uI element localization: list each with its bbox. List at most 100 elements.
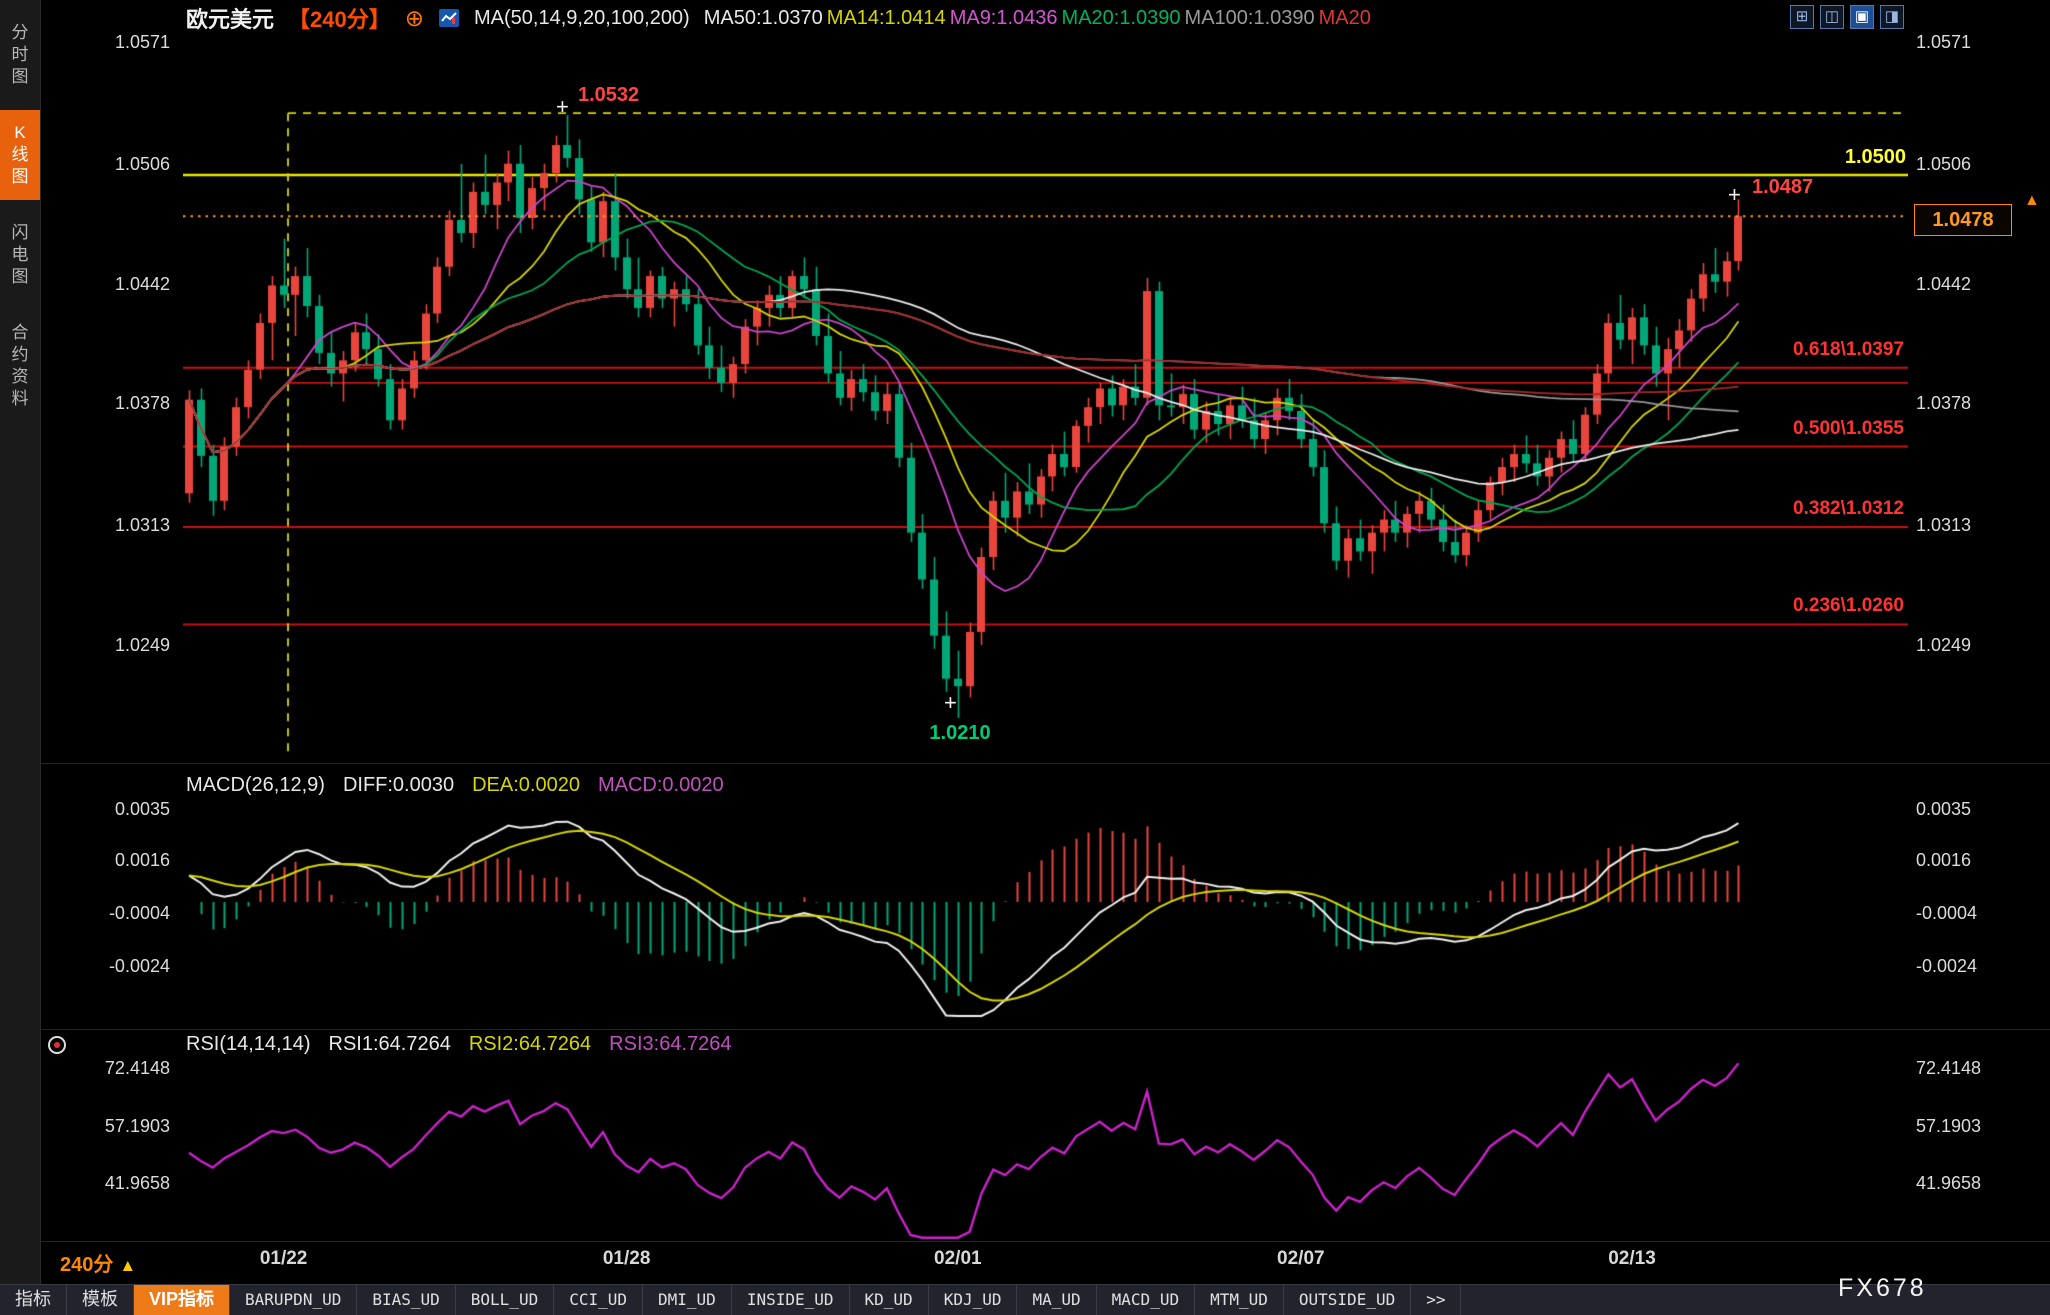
recent-high-price-label: 1.0487 — [1752, 176, 1813, 199]
recent-high-marker-cross: + — [1728, 184, 1741, 206]
ma-value-label: MA14:1.0414 — [827, 7, 946, 29]
macd-header-value: DIFF:0.0030 — [343, 774, 454, 797]
axis-tick-label: 1.0378 — [1916, 391, 2036, 415]
active-chart-icon[interactable]: ▣ — [1850, 5, 1874, 29]
macd-header-value: MACD(26,12,9) — [186, 774, 325, 797]
toolbar-tab-kdj-ud[interactable]: KDJ_UD — [929, 1285, 1018, 1315]
toolbar-tab-dmi-ud[interactable]: DMI_UD — [643, 1285, 732, 1315]
macd-header: MACD(26,12,9) DIFF:0.0030 DEA:0.0020 MACD:0… — [186, 774, 724, 797]
axis-tick-label: 1.0571 — [36, 30, 170, 54]
axis-tick-label: 1.0249 — [36, 633, 170, 657]
rsi-header-value: RSI3:64.7264 — [609, 1033, 731, 1056]
toolbar-tab-vip-indicators[interactable]: VIP指标 — [134, 1285, 230, 1315]
ma-value-label: MA20 — [1319, 7, 1371, 29]
panel-separator — [40, 1241, 2050, 1242]
high-marker-cross: + — [556, 96, 569, 118]
axis-tick-label: 41.9658 — [36, 1171, 170, 1195]
sidebar-item-lightning-chart[interactable]: 闪 电 图 — [0, 210, 40, 300]
axis-tick-label: 1.0313 — [36, 513, 170, 537]
timeframe-label[interactable]: 240分▲ — [60, 1248, 136, 1277]
macd-header-value: MACD:0.0020 — [598, 774, 724, 797]
brand-watermark: FX678 — [1838, 1274, 1927, 1303]
macd-indicator-chart[interactable] — [183, 800, 1908, 1020]
timeframe-arrow-icon: ▲ — [119, 1256, 136, 1275]
axis-tick-label: 0.0016 — [1916, 848, 2036, 872]
resistance-price-label: 1.0500 — [1826, 146, 1906, 169]
ma-value-label: MA20:1.0390 — [1062, 7, 1181, 29]
date-tick-label: 02/07 — [1256, 1248, 1346, 1270]
toolbar-tab-boll-ud[interactable]: BOLL_UD — [456, 1285, 554, 1315]
toolbar-tab-more[interactable]: >> — [1411, 1285, 1461, 1315]
axis-tick-label: 41.9658 — [1916, 1171, 2036, 1195]
date-tick-label: 01/22 — [239, 1248, 329, 1270]
axis-tick-label: 1.0378 — [36, 391, 170, 415]
sidebar-item-kline-chart[interactable]: K 线 图 — [0, 110, 40, 200]
toolbar-tab-outside-ud[interactable]: OUTSIDE_UD — [1284, 1285, 1411, 1315]
macd-header-value: DEA:0.0020 — [472, 774, 580, 797]
price-alert-arrow-icon: ▲ — [2024, 192, 2040, 210]
axis-tick-label: 1.0442 — [1916, 272, 2036, 296]
indicator-toolbar: 指标模板VIP指标BARUPDN_UDBIAS_UDBOLL_UDCCI_UDD… — [0, 1284, 2050, 1315]
layout-grid-icon[interactable]: ⊞ — [1790, 5, 1814, 29]
date-tick-label: 02/13 — [1587, 1248, 1677, 1270]
axis-tick-label: 1.0249 — [1916, 633, 2036, 657]
panel-separator — [40, 763, 2050, 764]
sidebar-item-contract-info[interactable]: 合 约 资 料 — [0, 310, 40, 422]
add-indicator-icon[interactable]: ⊕ — [405, 5, 424, 32]
layout-icons: ⊞◫▣◨ — [1790, 5, 1904, 29]
axis-tick-label: 72.4148 — [36, 1056, 170, 1080]
sidebar: 分 时 图 K 线 图闪 电 图合 约 资 料 — [0, 0, 41, 1314]
toolbar-tab-indicators[interactable]: 指标 — [0, 1285, 67, 1315]
rsi-header-value: RSI1:64.7264 — [329, 1033, 451, 1056]
axis-tick-label: 57.1903 — [1916, 1114, 2036, 1138]
axis-tick-label: 1.0442 — [36, 272, 170, 296]
toolbar-tab-mtm-ud[interactable]: MTM_UD — [1195, 1285, 1284, 1315]
ma-values: MA50:1.0370MA14:1.0414MA9:1.0436MA20:1.0… — [704, 6, 1375, 30]
multi-window-icon[interactable]: ◫ — [1820, 5, 1844, 29]
axis-tick-label: -0.0024 — [1916, 954, 2036, 978]
toolbar-tab-kd-ud[interactable]: KD_UD — [850, 1285, 929, 1315]
axis-tick-label: 0.0016 — [36, 848, 170, 872]
toolbar-tab-bias-ud[interactable]: BIAS_UD — [357, 1285, 455, 1315]
chart-header: 欧元美元 【240分】 ⊕ MA(50,14,9,20,100,200) MA5… — [186, 3, 1375, 33]
high-price-label: 1.0532 — [578, 84, 639, 107]
ma-value-label: MA50:1.0370 — [704, 7, 823, 29]
rsi-header-value: RSI(14,14,14) — [186, 1033, 311, 1056]
low-price-label: 1.0210 — [918, 722, 1002, 745]
expand-panel-icon[interactable]: ◨ — [1880, 5, 1904, 29]
toolbar-tab-ma-ud[interactable]: MA_UD — [1017, 1285, 1096, 1315]
toolbar-tab-templates[interactable]: 模板 — [67, 1285, 134, 1315]
chart-type-icon[interactable] — [438, 7, 460, 29]
toolbar-tab-macd-ud[interactable]: MACD_UD — [1097, 1285, 1195, 1315]
target-marker-icon[interactable] — [48, 1036, 66, 1054]
axis-tick-label: 72.4148 — [1916, 1056, 2036, 1080]
toolbar-tab-inside-ud[interactable]: INSIDE_UD — [732, 1285, 850, 1315]
date-tick-label: 02/01 — [913, 1248, 1003, 1270]
current-price-box: 1.0478 — [1914, 204, 2012, 236]
axis-tick-label: 1.0506 — [1916, 152, 2036, 176]
trading-terminal: 分 时 图 K 线 图闪 电 图合 约 资 料 欧元美元 【240分】 ⊕ MA(… — [0, 0, 2050, 1314]
rsi-indicator-chart[interactable] — [183, 1059, 1908, 1240]
rsi-header: RSI(14,14,14) RSI1:64.7264 RSI2:64.7264 RSI… — [186, 1033, 732, 1056]
date-tick-label: 01/28 — [582, 1248, 672, 1270]
axis-tick-label: 0.0035 — [1916, 797, 2036, 821]
toolbar-tab-barupdn-ud[interactable]: BARUPDN_UD — [230, 1285, 357, 1315]
axis-tick-label: 0.0035 — [36, 797, 170, 821]
low-marker-cross: + — [944, 692, 957, 714]
fib-level-label: 0.236\1.0260 — [1793, 595, 1904, 617]
fib-level-label: 0.500\1.0355 — [1793, 418, 1904, 440]
axis-tick-label: 57.1903 — [36, 1114, 170, 1138]
main-price-chart[interactable] — [183, 34, 1908, 758]
instrument-title: 欧元美元 — [186, 2, 274, 34]
axis-tick-label: -0.0024 — [36, 954, 170, 978]
period-badge[interactable]: 【240分】 — [288, 2, 391, 34]
axis-tick-label: 1.0506 — [36, 152, 170, 176]
ma-value-label: MA100:1.0390 — [1185, 7, 1315, 29]
rsi-header-value: RSI2:64.7264 — [469, 1033, 591, 1056]
fib-level-label: 0.618\1.0397 — [1793, 339, 1904, 361]
toolbar-tab-cci-ud[interactable]: CCI_UD — [554, 1285, 643, 1315]
panel-separator — [40, 1029, 2050, 1030]
ma-params-label: MA(50,14,9,20,100,200) — [474, 7, 690, 30]
ma-value-label: MA9:1.0436 — [950, 7, 1058, 29]
sidebar-item-timeshare-chart[interactable]: 分 时 图 — [0, 10, 40, 100]
